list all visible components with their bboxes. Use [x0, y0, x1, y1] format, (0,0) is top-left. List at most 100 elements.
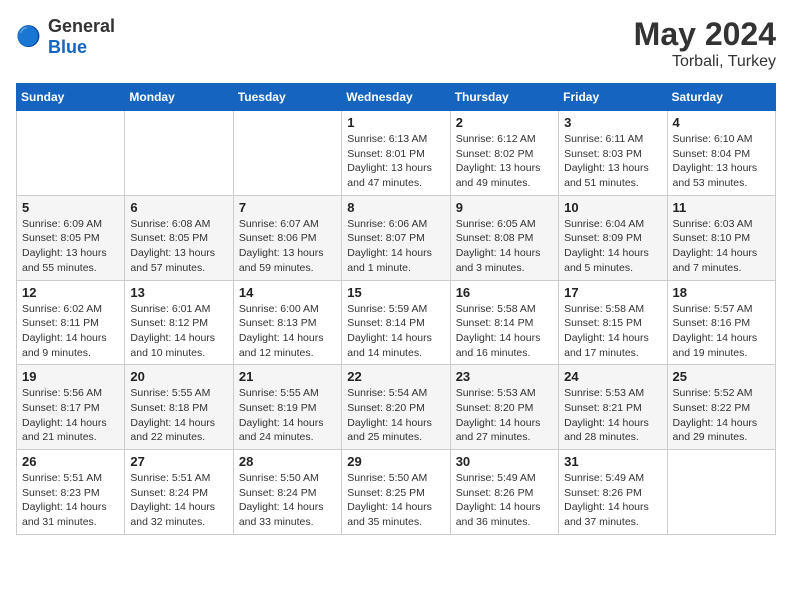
day-number: 27 — [130, 454, 227, 469]
day-info: Sunrise: 6:06 AM Sunset: 8:07 PM Dayligh… — [347, 217, 444, 276]
day-number: 16 — [456, 285, 553, 300]
calendar-week-4: 19 Sunrise: 5:56 AM Sunset: 8:17 PM Dayli… — [17, 365, 776, 450]
day-info: Sunrise: 5:59 AM Sunset: 8:14 PM Dayligh… — [347, 302, 444, 361]
day-number: 29 — [347, 454, 444, 469]
logo-general: General — [48, 16, 115, 36]
day-number: 19 — [22, 369, 119, 384]
day-info: Sunrise: 5:58 AM Sunset: 8:14 PM Dayligh… — [456, 302, 553, 361]
calendar-cell — [233, 111, 341, 196]
calendar-cell: 26 Sunrise: 5:51 AM Sunset: 8:23 PM Dayli… — [17, 450, 125, 535]
day-number: 2 — [456, 115, 553, 130]
day-info: Sunrise: 6:09 AM Sunset: 8:05 PM Dayligh… — [22, 217, 119, 276]
day-number: 11 — [673, 200, 770, 215]
day-number: 10 — [564, 200, 661, 215]
weekday-header-friday: Friday — [559, 84, 667, 111]
calendar-cell: 29 Sunrise: 5:50 AM Sunset: 8:25 PM Dayli… — [342, 450, 450, 535]
calendar-cell: 1 Sunrise: 6:13 AM Sunset: 8:01 PM Daylig… — [342, 111, 450, 196]
day-info: Sunrise: 6:01 AM Sunset: 8:12 PM Dayligh… — [130, 302, 227, 361]
calendar-cell: 11 Sunrise: 6:03 AM Sunset: 8:10 PM Dayli… — [667, 195, 775, 280]
title-block: May 2024 Torbali, Turkey — [634, 16, 776, 71]
calendar-cell: 10 Sunrise: 6:04 AM Sunset: 8:09 PM Dayli… — [559, 195, 667, 280]
calendar-cell: 20 Sunrise: 5:55 AM Sunset: 8:18 PM Dayli… — [125, 365, 233, 450]
day-number: 25 — [673, 369, 770, 384]
calendar-week-1: 1 Sunrise: 6:13 AM Sunset: 8:01 PM Daylig… — [17, 111, 776, 196]
day-number: 3 — [564, 115, 661, 130]
day-info: Sunrise: 5:56 AM Sunset: 8:17 PM Dayligh… — [22, 386, 119, 445]
day-number: 18 — [673, 285, 770, 300]
day-info: Sunrise: 6:03 AM Sunset: 8:10 PM Dayligh… — [673, 217, 770, 276]
weekday-header-tuesday: Tuesday — [233, 84, 341, 111]
calendar-cell: 24 Sunrise: 5:53 AM Sunset: 8:21 PM Dayli… — [559, 365, 667, 450]
day-number: 6 — [130, 200, 227, 215]
main-title: May 2024 — [634, 16, 776, 53]
calendar-cell: 25Sunrise: 5:52 AM Sunset: 8:22 PM Dayli… — [667, 365, 775, 450]
calendar-cell: 19 Sunrise: 5:56 AM Sunset: 8:17 PM Dayli… — [17, 365, 125, 450]
day-info: Sunrise: 5:57 AM Sunset: 8:16 PM Dayligh… — [673, 302, 770, 361]
day-info: Sunrise: 5:50 AM Sunset: 8:25 PM Dayligh… — [347, 471, 444, 530]
day-number: 4 — [673, 115, 770, 130]
weekday-header-row: SundayMondayTuesdayWednesdayThursdayFrid… — [17, 84, 776, 111]
calendar-cell: 6 Sunrise: 6:08 AM Sunset: 8:05 PM Daylig… — [125, 195, 233, 280]
calendar-cell: 22 Sunrise: 5:54 AM Sunset: 8:20 PM Dayli… — [342, 365, 450, 450]
day-info: Sunrise: 6:00 AM Sunset: 8:13 PM Dayligh… — [239, 302, 336, 361]
calendar-cell: 12 Sunrise: 6:02 AM Sunset: 8:11 PM Dayli… — [17, 280, 125, 365]
weekday-header-saturday: Saturday — [667, 84, 775, 111]
calendar-cell: 30Sunrise: 5:49 AM Sunset: 8:26 PM Dayli… — [450, 450, 558, 535]
calendar-body: 1 Sunrise: 6:13 AM Sunset: 8:01 PM Daylig… — [17, 111, 776, 535]
calendar-cell: 13 Sunrise: 6:01 AM Sunset: 8:12 PM Dayli… — [125, 280, 233, 365]
calendar-cell — [125, 111, 233, 196]
day-number: 23 — [456, 369, 553, 384]
page-header: 🔵 General Blue May 2024 Torbali, Turkey — [16, 16, 776, 71]
day-info: Sunrise: 6:10 AM Sunset: 8:04 PM Dayligh… — [673, 132, 770, 191]
calendar-cell: 14 Sunrise: 6:00 AM Sunset: 8:13 PM Dayli… — [233, 280, 341, 365]
day-number: 20 — [130, 369, 227, 384]
calendar-cell: 18 Sunrise: 5:57 AM Sunset: 8:16 PM Dayli… — [667, 280, 775, 365]
day-number: 12 — [22, 285, 119, 300]
calendar-cell: 21 Sunrise: 5:55 AM Sunset: 8:19 PM Dayli… — [233, 365, 341, 450]
calendar-table: SundayMondayTuesdayWednesdayThursdayFrid… — [16, 83, 776, 535]
day-number: 26 — [22, 454, 119, 469]
weekday-header-sunday: Sunday — [17, 84, 125, 111]
day-info: Sunrise: 6:04 AM Sunset: 8:09 PM Dayligh… — [564, 217, 661, 276]
day-info: Sunrise: 5:54 AM Sunset: 8:20 PM Dayligh… — [347, 386, 444, 445]
day-info: Sunrise: 5:51 AM Sunset: 8:24 PM Dayligh… — [130, 471, 227, 530]
calendar-cell: 27 Sunrise: 5:51 AM Sunset: 8:24 PM Dayli… — [125, 450, 233, 535]
day-info: Sunrise: 6:13 AM Sunset: 8:01 PM Dayligh… — [347, 132, 444, 191]
calendar-cell: 7Sunrise: 6:07 AM Sunset: 8:06 PM Daylig… — [233, 195, 341, 280]
day-number: 24 — [564, 369, 661, 384]
calendar-week-2: 5Sunrise: 6:09 AM Sunset: 8:05 PM Daylig… — [17, 195, 776, 280]
calendar-week-3: 12 Sunrise: 6:02 AM Sunset: 8:11 PM Dayli… — [17, 280, 776, 365]
weekday-header-wednesday: Wednesday — [342, 84, 450, 111]
day-info: Sunrise: 6:08 AM Sunset: 8:05 PM Dayligh… — [130, 217, 227, 276]
day-number: 14 — [239, 285, 336, 300]
day-info: Sunrise: 5:50 AM Sunset: 8:24 PM Dayligh… — [239, 471, 336, 530]
day-number: 22 — [347, 369, 444, 384]
day-number: 8 — [347, 200, 444, 215]
day-info: Sunrise: 5:55 AM Sunset: 8:19 PM Dayligh… — [239, 386, 336, 445]
calendar-cell: 31Sunrise: 5:49 AM Sunset: 8:26 PM Dayli… — [559, 450, 667, 535]
day-info: Sunrise: 5:49 AM Sunset: 8:26 PM Dayligh… — [564, 471, 661, 530]
calendar-cell — [17, 111, 125, 196]
calendar-cell: 5Sunrise: 6:09 AM Sunset: 8:05 PM Daylig… — [17, 195, 125, 280]
day-number: 21 — [239, 369, 336, 384]
svg-text:🔵: 🔵 — [16, 24, 41, 48]
day-info: Sunrise: 5:53 AM Sunset: 8:20 PM Dayligh… — [456, 386, 553, 445]
logo: 🔵 General Blue — [16, 16, 115, 58]
day-info: Sunrise: 6:05 AM Sunset: 8:08 PM Dayligh… — [456, 217, 553, 276]
calendar-cell: 28Sunrise: 5:50 AM Sunset: 8:24 PM Dayli… — [233, 450, 341, 535]
weekday-header-thursday: Thursday — [450, 84, 558, 111]
day-number: 9 — [456, 200, 553, 215]
day-info: Sunrise: 6:02 AM Sunset: 8:11 PM Dayligh… — [22, 302, 119, 361]
subtitle: Torbali, Turkey — [634, 53, 776, 71]
day-info: Sunrise: 6:12 AM Sunset: 8:02 PM Dayligh… — [456, 132, 553, 191]
day-number: 1 — [347, 115, 444, 130]
day-info: Sunrise: 5:51 AM Sunset: 8:23 PM Dayligh… — [22, 471, 119, 530]
day-number: 13 — [130, 285, 227, 300]
day-info: Sunrise: 5:55 AM Sunset: 8:18 PM Dayligh… — [130, 386, 227, 445]
logo-blue: Blue — [48, 37, 87, 57]
calendar-week-5: 26 Sunrise: 5:51 AM Sunset: 8:23 PM Dayli… — [17, 450, 776, 535]
calendar-header: SundayMondayTuesdayWednesdayThursdayFrid… — [17, 84, 776, 111]
day-info: Sunrise: 5:53 AM Sunset: 8:21 PM Dayligh… — [564, 386, 661, 445]
calendar-cell — [667, 450, 775, 535]
day-info: Sunrise: 5:58 AM Sunset: 8:15 PM Dayligh… — [564, 302, 661, 361]
